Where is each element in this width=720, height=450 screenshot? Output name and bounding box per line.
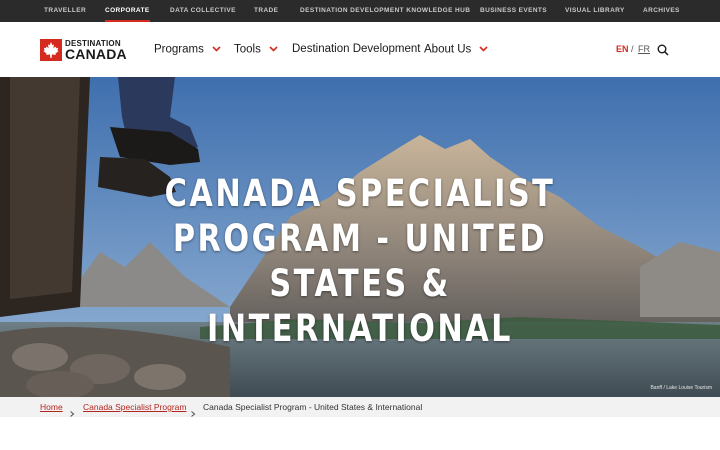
topbar-link-visual-library[interactable]: VISUAL LIBRARY	[565, 0, 625, 22]
destination-canada-logo[interactable]: DESTINATION CANADA	[40, 38, 130, 62]
search-icon[interactable]	[657, 43, 669, 56]
language-en-link[interactable]: EN	[616, 22, 629, 77]
photo-credit: Banff / Lake Louise Tourism	[650, 385, 712, 391]
nav-item-tools-label: Tools	[234, 43, 261, 56]
breadcrumb-current-page: Canada Specialist Program - United State…	[203, 402, 423, 412]
main-navigation: DESTINATION CANADA Programs Tools Destin…	[0, 22, 720, 77]
breadcrumb-link-home[interactable]: Home	[40, 397, 63, 417]
logo-text-canada: CANADA	[65, 46, 127, 62]
topbar-link-data-collective[interactable]: DATA COLLECTIVE	[170, 0, 236, 22]
nav-item-programs-label: Programs	[154, 43, 204, 56]
language-fr-link[interactable]: FR	[638, 22, 650, 77]
nav-item-about-us-label: About Us	[424, 43, 472, 56]
topbar-link-corporate[interactable]: CORPORATE	[105, 0, 150, 22]
chevron-down-icon	[212, 22, 221, 77]
hero-title: CANADA SPECIALIST PROGRAM - UNITED STATE…	[164, 172, 556, 350]
nav-item-destination-development[interactable]: Destination Development	[292, 22, 421, 77]
chevron-down-icon	[479, 22, 488, 77]
topbar-link-trade[interactable]: TRADE	[254, 0, 278, 22]
nav-item-about-us[interactable]: About Us	[424, 22, 488, 77]
breadcrumb: Home Canada Specialist Program Canada Sp…	[0, 397, 720, 417]
chevron-right-icon	[69, 404, 75, 417]
nav-item-programs[interactable]: Programs	[154, 22, 221, 77]
hero-banner: CANADA SPECIALIST PROGRAM - UNITED STATE…	[0, 77, 720, 397]
topbar-link-traveller[interactable]: TRAVELLER	[44, 0, 86, 22]
nav-item-tools[interactable]: Tools	[234, 22, 278, 77]
language-separator: /	[631, 44, 634, 54]
topbar-link-archives[interactable]: ARCHIVES	[643, 0, 680, 22]
topbar-link-knowledge-hub[interactable]: DESTINATION DEVELOPMENT KNOWLEDGE HUB	[300, 0, 470, 22]
chevron-down-icon	[269, 22, 278, 77]
breadcrumb-link-canada-specialist-program[interactable]: Canada Specialist Program	[83, 397, 186, 417]
topbar-link-business-events[interactable]: BUSINESS EVENTS	[480, 0, 547, 22]
top-utility-bar: TRAVELLER CORPORATE DATA COLLECTIVE TRAD…	[0, 0, 720, 22]
maple-leaf-icon	[40, 39, 62, 61]
chevron-right-icon	[190, 404, 196, 417]
